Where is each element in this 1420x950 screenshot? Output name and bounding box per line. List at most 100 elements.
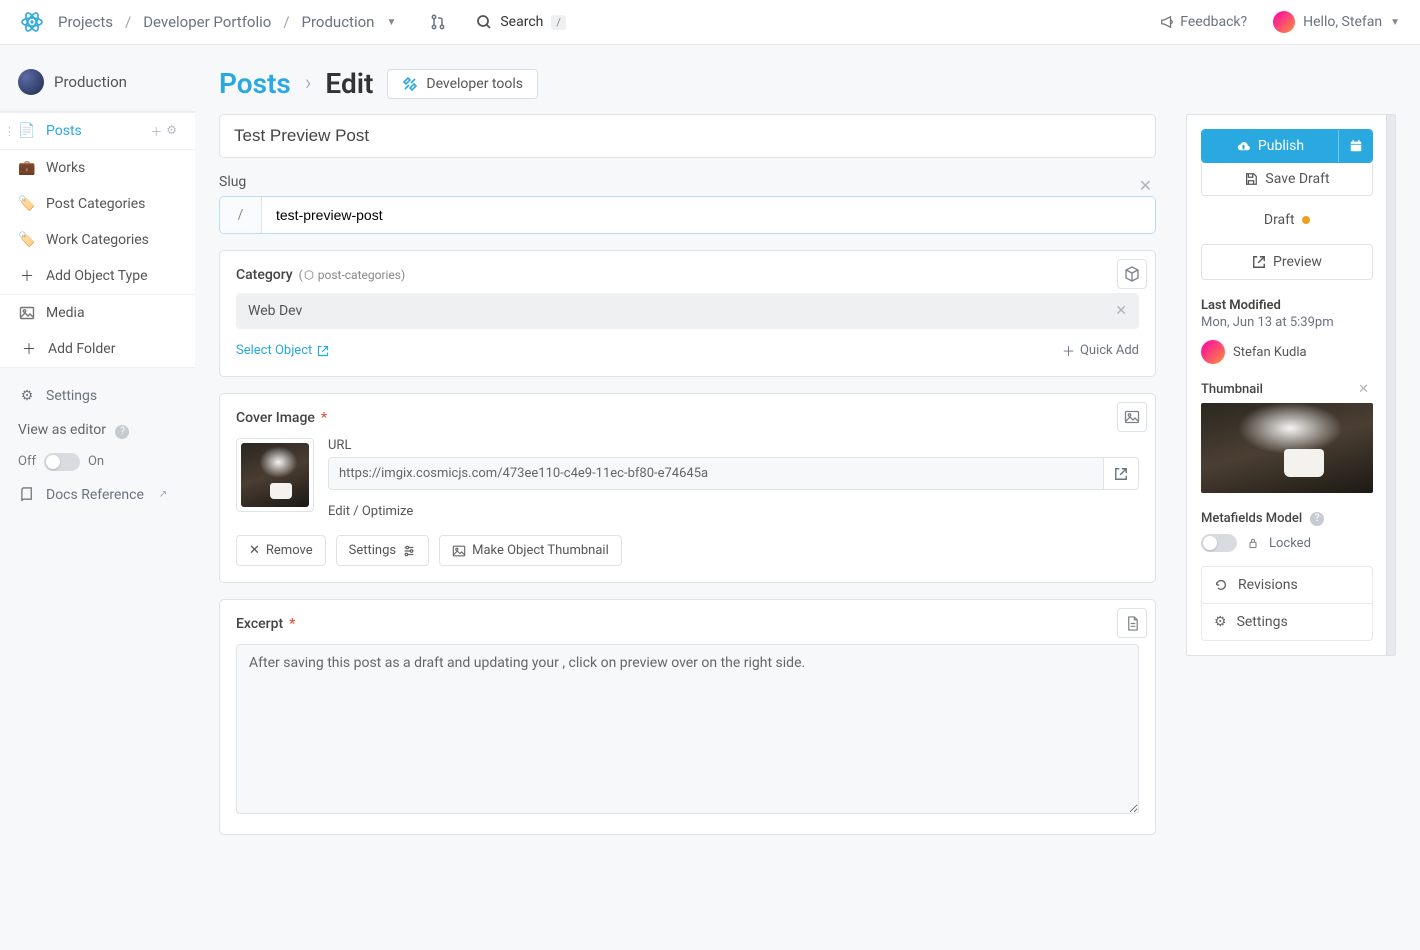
schedule-button[interactable] bbox=[1338, 130, 1372, 162]
make-thumb-label: Make Object Thumbnail bbox=[472, 543, 609, 558]
external-link-icon: ↗ bbox=[154, 486, 172, 504]
thumbnail-preview[interactable] bbox=[1201, 403, 1373, 493]
calendar-icon bbox=[1349, 139, 1363, 153]
plus-icon: ＋ bbox=[20, 340, 38, 358]
make-thumbnail-button[interactable]: Make Object Thumbnail bbox=[439, 535, 622, 566]
main: Posts › Edit Developer tools Slug ✕ / bbox=[195, 45, 1420, 857]
avatar bbox=[1201, 340, 1225, 364]
image-icon[interactable] bbox=[1117, 402, 1147, 432]
pull-request-icon[interactable] bbox=[430, 14, 446, 30]
metafields-toggle[interactable] bbox=[1201, 534, 1237, 552]
section-link[interactable]: Posts bbox=[219, 67, 291, 100]
settings-button[interactable]: ⚙ Settings bbox=[1202, 603, 1372, 640]
sidebar-item-label: Docs Reference bbox=[46, 487, 144, 503]
sidebar-item-works[interactable]: 💼 Works bbox=[0, 150, 195, 186]
chevron-down-icon[interactable]: ▼ bbox=[386, 17, 396, 28]
excerpt-textarea[interactable] bbox=[236, 644, 1139, 814]
open-url-button[interactable] bbox=[1103, 457, 1139, 490]
tools-icon bbox=[402, 76, 418, 92]
image-settings-button[interactable]: Settings bbox=[336, 535, 429, 566]
quick-add-label: Quick Add bbox=[1080, 343, 1139, 358]
sidebar-add-folder[interactable]: ＋ Add Folder bbox=[0, 331, 195, 367]
add-object-type[interactable]: ＋ Add Object Type bbox=[0, 258, 195, 294]
url-label: URL bbox=[328, 438, 1139, 453]
plus-icon[interactable]: ＋ bbox=[150, 123, 162, 140]
sidebar-item-posts[interactable]: ⋮⋮ 📄 Posts ＋ ⚙ bbox=[0, 112, 195, 150]
drag-handle-icon[interactable]: ⋮⋮ bbox=[4, 125, 26, 138]
breadcrumb-sep: / bbox=[283, 13, 289, 31]
feedback-link[interactable]: Feedback? bbox=[1160, 14, 1247, 30]
url-input[interactable]: https://imgix.cosmicjs.com/473ee110-c4e9… bbox=[328, 457, 1103, 490]
external-link-icon bbox=[1114, 467, 1128, 481]
developer-tools-button[interactable]: Developer tools bbox=[387, 69, 538, 99]
quick-add-button[interactable]: ＋ Quick Add bbox=[1062, 341, 1139, 360]
help-icon[interactable]: ? bbox=[1310, 512, 1324, 526]
status-label: Draft bbox=[1264, 212, 1295, 228]
gear-icon: ⚙ bbox=[18, 387, 36, 405]
bucket-avatar bbox=[18, 69, 44, 95]
gear-icon: ⚙ bbox=[1214, 614, 1227, 630]
close-icon: ✕ bbox=[249, 543, 260, 558]
sidebar-item-work-categories[interactable]: 🏷️ Work Categories bbox=[0, 222, 195, 258]
user-menu[interactable]: Hello, Stefan ▼ bbox=[1273, 11, 1400, 33]
toggle-on-label: On bbox=[88, 454, 104, 469]
breadcrumb-projects[interactable]: Projects bbox=[58, 13, 113, 31]
app-logo[interactable] bbox=[20, 10, 44, 34]
cover-label: Cover Image bbox=[236, 410, 315, 426]
breadcrumb-bucket[interactable]: Production bbox=[302, 13, 375, 31]
plus-icon: ＋ bbox=[18, 267, 36, 285]
post-title-input[interactable] bbox=[219, 114, 1156, 158]
chevron-down-icon: ▼ bbox=[1390, 17, 1400, 28]
save-draft-button[interactable]: Save Draft bbox=[1201, 163, 1373, 196]
slug-field: / bbox=[219, 196, 1156, 234]
search-label: Search bbox=[500, 14, 543, 30]
required-indicator: * bbox=[289, 616, 295, 632]
author-row: Stefan Kudla bbox=[1201, 340, 1373, 364]
sidebar-item-post-categories[interactable]: 🏷️ Post Categories bbox=[0, 186, 195, 222]
breadcrumb-project[interactable]: Developer Portfolio bbox=[143, 13, 271, 31]
image-icon bbox=[452, 544, 466, 558]
feedback-label: Feedback? bbox=[1180, 14, 1247, 30]
view-as-editor: View as editor ? bbox=[0, 414, 195, 447]
sidebar-docs[interactable]: Docs Reference ↗ bbox=[0, 477, 195, 513]
remove-thumbnail-icon[interactable]: ✕ bbox=[1354, 382, 1373, 397]
help-icon[interactable]: ? bbox=[115, 425, 129, 439]
caret-icon: › bbox=[305, 71, 312, 96]
sidebar-media[interactable]: Media bbox=[0, 295, 195, 331]
select-object-button[interactable]: Select Object bbox=[236, 343, 329, 358]
remove-image-button[interactable]: ✕ Remove bbox=[236, 535, 326, 566]
category-type: ( post-categories) bbox=[299, 268, 406, 282]
cover-image-panel: Cover Image * URL https://imgix.cosmicjs… bbox=[219, 393, 1156, 583]
object-icon[interactable] bbox=[1117, 259, 1147, 289]
publish-group: Publish Save Draft bbox=[1201, 129, 1373, 196]
save-draft-label: Save Draft bbox=[1265, 171, 1329, 187]
search[interactable]: Search / bbox=[476, 14, 566, 30]
sidebar-item-label: Works bbox=[46, 160, 85, 176]
preview-label: Preview bbox=[1273, 254, 1322, 270]
remove-chip-icon[interactable]: ✕ bbox=[1115, 303, 1127, 319]
topbar: Projects / Developer Portfolio / Product… bbox=[0, 0, 1420, 45]
publish-label: Publish bbox=[1258, 138, 1304, 154]
bucket-header[interactable]: Production bbox=[0, 63, 195, 111]
greeting: Hello, Stefan bbox=[1303, 14, 1382, 30]
plus-icon: ＋ bbox=[1062, 341, 1075, 360]
editor-toggle[interactable] bbox=[44, 453, 80, 471]
tag-icon: 🏷️ bbox=[18, 195, 36, 213]
slug-input[interactable] bbox=[262, 197, 1155, 233]
sidebar-settings[interactable]: ⚙ Settings bbox=[0, 378, 195, 414]
sidebar-item-label: Add Folder bbox=[48, 341, 115, 357]
document-icon[interactable] bbox=[1117, 608, 1147, 638]
gear-icon[interactable]: ⚙ bbox=[166, 123, 177, 140]
revisions-button[interactable]: Revisions bbox=[1202, 567, 1372, 603]
cover-thumbnail[interactable] bbox=[236, 438, 314, 512]
publish-button[interactable]: Publish bbox=[1202, 130, 1338, 162]
slug-label: Slug bbox=[219, 174, 246, 190]
view-editor-label: View as editor bbox=[18, 422, 106, 438]
locked-label: Locked bbox=[1269, 536, 1311, 551]
close-icon[interactable]: ✕ bbox=[1135, 176, 1156, 195]
book-icon bbox=[18, 486, 36, 504]
sidebar-item-label: Work Categories bbox=[46, 232, 149, 248]
search-hotkey: / bbox=[551, 15, 566, 30]
sidebar-item-label: Add Object Type bbox=[46, 268, 148, 284]
preview-button[interactable]: Preview bbox=[1201, 244, 1373, 280]
